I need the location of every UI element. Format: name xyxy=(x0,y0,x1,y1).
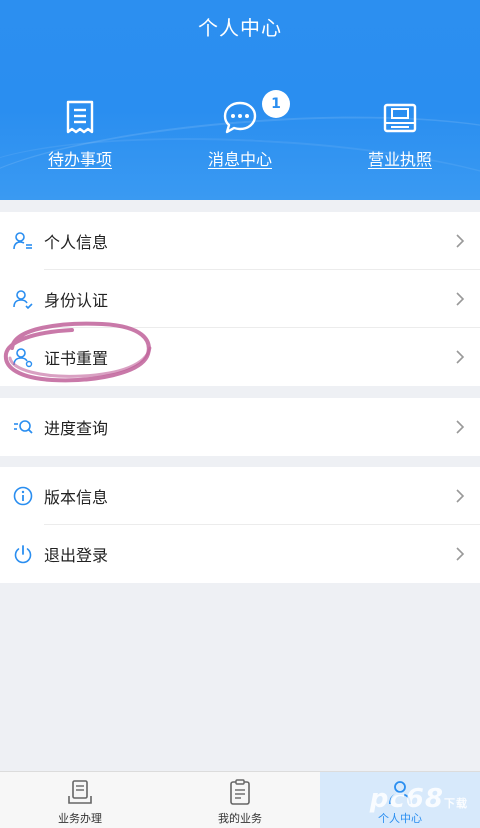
tab-my-business[interactable]: 我的业务 xyxy=(160,772,320,828)
progress-search-icon xyxy=(14,420,33,434)
shortcut-todo[interactable]: 待办事项 xyxy=(25,98,135,170)
business-handle-icon xyxy=(68,780,92,804)
menu-item-label: 退出登录 xyxy=(44,546,109,565)
shortcut-license-label: 营业执照 xyxy=(367,150,432,169)
info-icon xyxy=(13,486,33,506)
chevron-right-icon xyxy=(456,292,465,306)
menu-item-label: 身份认证 xyxy=(44,291,109,310)
chevron-right-icon xyxy=(456,234,465,248)
message-count-badge: 1 xyxy=(262,90,290,118)
chevron-right-icon xyxy=(456,350,465,364)
user-info-icon xyxy=(13,232,32,250)
shortcut-todo-label: 待办事项 xyxy=(47,150,112,169)
user-verify-icon xyxy=(13,290,33,310)
progress-menu-group: 进度查询 xyxy=(0,398,480,456)
pc6-watermark: pc68下载 xyxy=(369,784,468,814)
menu-item-label: 个人信息 xyxy=(44,233,109,252)
clipboard-icon xyxy=(230,779,250,805)
tab-label: 我的业务 xyxy=(218,812,262,825)
menu-item-label: 进度查询 xyxy=(44,419,109,438)
chevron-right-icon xyxy=(456,420,465,434)
profile-header: 个人中心 待办事项 消息中心 1 营业执照 xyxy=(0,0,480,200)
power-icon xyxy=(14,545,32,564)
todo-list-icon xyxy=(66,100,94,134)
menu-item-logout[interactable]: 退出登录 xyxy=(0,525,480,583)
menu-item-version-info[interactable]: 版本信息 xyxy=(0,467,480,525)
business-license-icon xyxy=(383,103,417,133)
annotation-circle xyxy=(3,321,152,383)
system-menu-group: 版本信息 退出登录 xyxy=(0,467,480,583)
shortcut-license[interactable]: 营业执照 xyxy=(345,98,455,170)
chevron-right-icon xyxy=(456,547,465,561)
chevron-right-icon xyxy=(456,489,465,503)
message-bubble-icon xyxy=(223,101,257,134)
page-title: 个人中心 xyxy=(198,16,282,40)
shortcut-messages-label: 消息中心 xyxy=(207,150,272,169)
menu-item-label: 版本信息 xyxy=(44,488,109,507)
menu-item-personal-info[interactable]: 个人信息 xyxy=(0,212,480,270)
menu-item-progress-query[interactable]: 进度查询 xyxy=(0,398,480,456)
tab-business-handle[interactable]: 业务办理 xyxy=(0,772,160,828)
tab-label: 业务办理 xyxy=(58,812,102,825)
